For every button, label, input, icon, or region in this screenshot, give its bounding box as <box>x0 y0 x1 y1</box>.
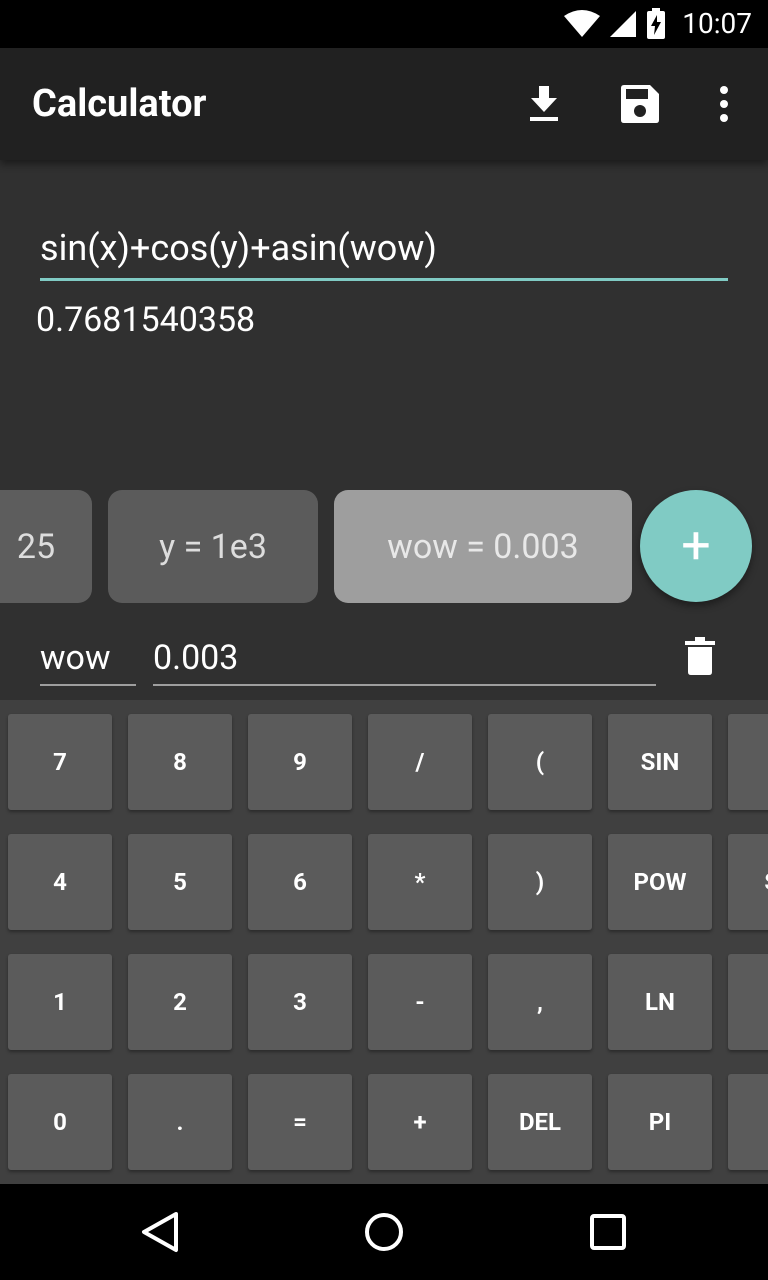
result-text: 0.7681540358 <box>36 300 256 340</box>
key-4[interactable]: 4 <box>8 834 112 930</box>
save-icon <box>621 85 659 123</box>
cell-signal-icon <box>610 11 636 37</box>
key-close-paren[interactable]: ) <box>488 834 592 930</box>
key-minus[interactable]: - <box>368 954 472 1050</box>
key-open-paren[interactable]: ( <box>488 714 592 810</box>
key-9[interactable]: 9 <box>248 714 352 810</box>
variable-value-field[interactable]: 0.003 <box>153 632 656 686</box>
home-button[interactable] <box>360 1208 408 1256</box>
key-ln[interactable]: LN <box>608 954 712 1050</box>
keypad: 7 8 9 / ( SIN C 4 5 6 * ) POW SQ 1 2 3 -… <box>0 700 768 1184</box>
key-2[interactable]: 2 <box>128 954 232 1050</box>
delete-variable-button[interactable] <box>678 632 722 680</box>
status-icons <box>564 8 666 40</box>
key-sqrt-partial[interactable]: SQ <box>728 834 768 930</box>
key-plus[interactable]: + <box>368 1074 472 1170</box>
back-icon <box>142 1212 178 1252</box>
key-comma[interactable]: , <box>488 954 592 1050</box>
key-divide[interactable]: / <box>368 714 472 810</box>
key-pow[interactable]: POW <box>608 834 712 930</box>
recents-icon <box>590 1214 626 1250</box>
app-title: Calculator <box>32 82 207 126</box>
home-icon <box>365 1213 403 1251</box>
back-button[interactable] <box>136 1208 184 1256</box>
more-options-button[interactable] <box>696 76 752 132</box>
key-equals[interactable]: = <box>248 1074 352 1170</box>
expression-input[interactable]: sin(x)+cos(y)+asin(wow) <box>40 222 728 281</box>
key-8[interactable]: 8 <box>128 714 232 810</box>
save-button[interactable] <box>612 76 668 132</box>
key-cos-partial[interactable]: C <box>728 714 768 810</box>
variable-name-field[interactable]: wow <box>40 632 136 686</box>
download-button[interactable] <box>516 76 572 132</box>
key-0[interactable]: 0 <box>8 1074 112 1170</box>
key-sin[interactable]: SIN <box>608 714 712 810</box>
key-6[interactable]: 6 <box>248 834 352 930</box>
key-1[interactable]: 1 <box>8 954 112 1050</box>
download-icon <box>530 86 558 121</box>
status-bar: 10:07 <box>0 0 768 48</box>
key-5[interactable]: 5 <box>128 834 232 930</box>
recents-button[interactable] <box>584 1208 632 1256</box>
battery-charging-icon <box>647 8 665 39</box>
more-vert-icon <box>720 86 728 122</box>
expression-text: sin(x)+cos(y)+asin(wow) <box>40 227 437 269</box>
key-7[interactable]: 7 <box>8 714 112 810</box>
key-partial[interactable] <box>728 1074 768 1170</box>
add-variable-button[interactable]: + <box>640 490 752 602</box>
app-bar: Calculator <box>0 48 768 160</box>
key-del[interactable]: DEL <box>488 1074 592 1170</box>
navigation-bar <box>0 1184 768 1280</box>
variable-chip-x[interactable]: 25 <box>0 490 92 603</box>
variable-chip-y[interactable]: y = 1e3 <box>108 490 318 603</box>
key-decimal[interactable]: . <box>128 1074 232 1170</box>
variable-chip-wow[interactable]: wow = 0.003 <box>334 490 632 603</box>
wifi-icon <box>564 10 600 37</box>
key-3[interactable]: 3 <box>248 954 352 1050</box>
key-multiply[interactable]: * <box>368 834 472 930</box>
status-time: 10:07 <box>682 7 752 40</box>
key-pi[interactable]: PI <box>608 1074 712 1170</box>
key-log-partial[interactable]: L <box>728 954 768 1050</box>
trash-icon <box>685 637 715 675</box>
